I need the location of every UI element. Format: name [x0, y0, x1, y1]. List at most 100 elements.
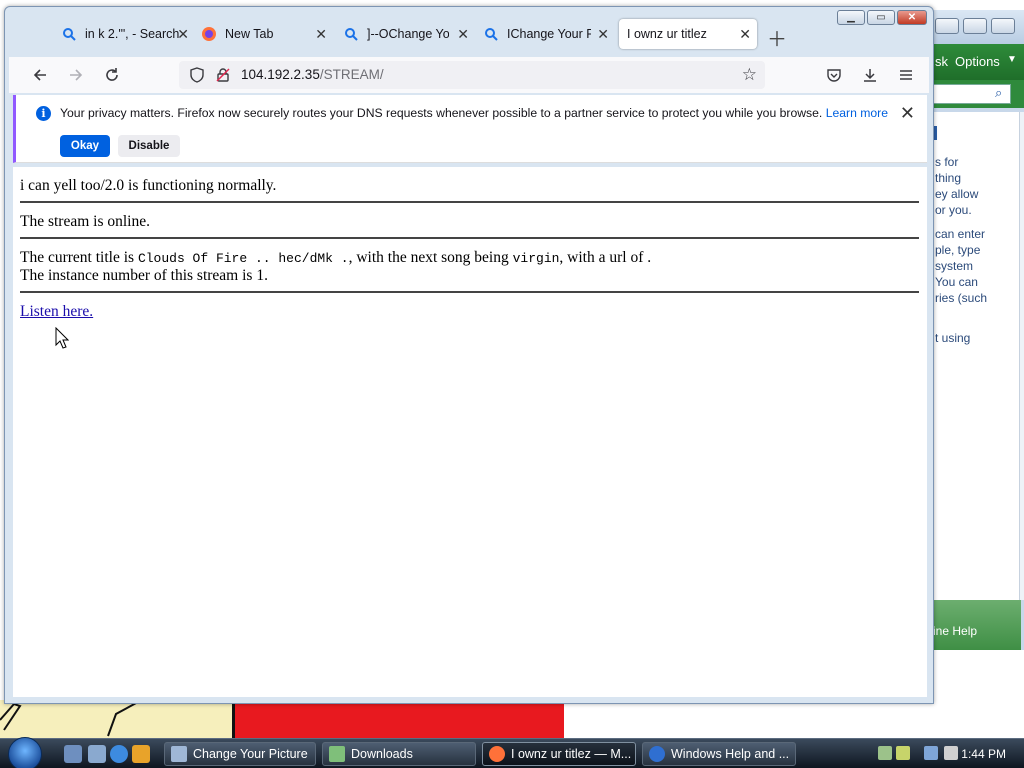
downloads-folder-icon: [329, 746, 345, 762]
tab-search-2[interactable]: ]--OChange Your Picture ✕: [343, 19, 473, 49]
system-tray: 1:44 PM: [872, 739, 1024, 768]
back-arrow-icon: [33, 69, 46, 81]
tab-new-tab[interactable]: New Tab ✕: [201, 19, 331, 49]
show-desktop-icon[interactable]: [64, 745, 82, 763]
insecure-lock-icon[interactable]: [215, 67, 231, 88]
current-title: Clouds Of Fire .. hec/dMk .: [137, 251, 349, 266]
help-text-line: ey allow: [935, 187, 979, 201]
reload-button[interactable]: [101, 64, 123, 86]
media-player-icon[interactable]: [132, 745, 150, 763]
tray-app-icon[interactable]: [878, 746, 892, 760]
help-text-line: t using: [935, 331, 971, 345]
shield-icon[interactable]: [189, 67, 205, 88]
url-host: 104.192.2.35: [241, 67, 320, 82]
taskbar-firefox[interactable]: I ownz ur titlez — M...: [482, 742, 636, 766]
network-icon[interactable]: [924, 746, 938, 760]
url-bar[interactable]: 104.192.2.35/STREAM/ ☆: [179, 61, 765, 89]
help-minimize-button[interactable]: [935, 18, 959, 34]
help-titlebar: [933, 10, 1024, 44]
notification-text: Your privacy matters. Firefox now secure…: [60, 106, 823, 120]
bookmark-star-icon[interactable]: ☆: [742, 65, 757, 85]
close-notification-icon[interactable]: ✕: [900, 103, 915, 124]
help-maximize-button[interactable]: [963, 18, 987, 34]
forward-arrow-icon: [70, 69, 83, 81]
divider: [20, 291, 919, 293]
volume-muted-icon[interactable]: [944, 746, 958, 760]
help-options-menu[interactable]: Options: [955, 54, 1000, 69]
learn-more-link[interactable]: Learn more: [826, 106, 888, 120]
disable-button[interactable]: Disable: [118, 135, 180, 157]
new-tab-button[interactable]: ＋: [767, 23, 787, 52]
taskbar-label: Change Your Picture: [193, 747, 308, 761]
taskbar-downloads[interactable]: Downloads: [322, 742, 476, 766]
listen-here-link[interactable]: Listen here.: [20, 303, 93, 320]
back-button[interactable]: [29, 64, 51, 86]
divider: [20, 237, 919, 239]
help-scrollbar[interactable]: [1019, 112, 1024, 600]
stream-online-line: The stream is online.: [20, 213, 150, 230]
help-search-bar: ⌕: [933, 80, 1024, 108]
page-content: i can yell too/2.0 is functioning normal…: [13, 167, 927, 697]
next-song: virgin: [512, 251, 560, 266]
tray-app-icon[interactable]: [896, 746, 910, 760]
help-online-menu[interactable]: ine Help: [933, 624, 977, 638]
taskbar-windows-help[interactable]: Windows Help and ...: [642, 742, 796, 766]
tab-label: in k 2.'", - Search: [85, 27, 179, 41]
tab-search-1[interactable]: in k 2.'", - Search ✕: [61, 19, 191, 49]
search-icon: [483, 26, 499, 42]
close-tab-icon[interactable]: ✕: [315, 26, 327, 43]
help-text-line: or you.: [935, 203, 972, 217]
wallpaper-red-area: [232, 700, 564, 738]
help-text-line: s for: [935, 155, 959, 169]
downloads-icon[interactable]: [859, 64, 881, 86]
close-tab-icon[interactable]: ✕: [739, 26, 751, 43]
close-tab-icon[interactable]: ✕: [457, 26, 469, 43]
help-footer: ine Help: [933, 600, 1021, 650]
pocket-icon[interactable]: [823, 64, 845, 86]
forward-button[interactable]: [65, 64, 87, 86]
taskbar: Change Your Picture Downloads I ownz ur …: [0, 737, 1024, 768]
clock[interactable]: 1:44 PM: [961, 747, 1006, 761]
wallpaper-drawing: [0, 701, 139, 737]
tab-active-stream[interactable]: I ownz ur titlez ✕: [619, 19, 757, 49]
start-button[interactable]: [8, 737, 42, 768]
search-icon: [61, 26, 77, 42]
help-icon: [649, 746, 665, 762]
help-text-line: system: [935, 259, 974, 273]
tab-search-3[interactable]: IChange Your Picture ✕: [483, 19, 613, 49]
search-icon[interactable]: ⌕: [995, 85, 1002, 101]
help-content: s for thing ey allow or you. can enter p…: [933, 112, 1019, 600]
listen-line: Listen here.: [20, 303, 93, 321]
okay-button[interactable]: Okay: [60, 135, 110, 157]
close-tab-icon[interactable]: ✕: [177, 26, 189, 43]
tab-label: I ownz ur titlez: [627, 27, 707, 41]
internet-explorer-icon[interactable]: [110, 745, 128, 763]
taskbar-label: Downloads: [351, 747, 413, 761]
url-path: /STREAM/: [319, 67, 384, 82]
help-text-line: You can: [935, 275, 978, 289]
title-prefix: The current title is: [20, 249, 135, 266]
firefox-window: ▁ ▭ ✕ in k 2.'", - Search ✕ New Tab ✕ ]-…: [4, 6, 934, 704]
help-text-line: ries (such: [935, 291, 988, 305]
firefox-icon: [489, 746, 505, 762]
switch-windows-icon[interactable]: [88, 745, 106, 763]
hamburger-menu-icon[interactable]: [895, 64, 917, 86]
navigation-toolbar: 104.192.2.35/STREAM/ ☆: [9, 57, 929, 93]
reload-icon: [106, 68, 118, 81]
search-icon: [343, 26, 359, 42]
server-status-line: i can yell too/2.0 is functioning normal…: [20, 177, 277, 194]
tab-label: ]--OChange Your Picture: [367, 27, 449, 41]
taskbar-label: I ownz ur titlez — M...: [511, 747, 632, 761]
dns-privacy-notification: i Your privacy matters. Firefox now secu…: [13, 95, 927, 163]
divider: [20, 201, 919, 203]
taskbar-change-picture[interactable]: Change Your Picture: [164, 742, 316, 766]
help-toolbar-ask[interactable]: sk: [935, 54, 948, 69]
instance-line: The instance number of this stream is 1.: [20, 267, 268, 284]
help-window: sk Options ▼ ⌕ s for thing ey allow or y…: [932, 10, 1024, 650]
url-text[interactable]: 104.192.2.35/STREAM/: [241, 67, 384, 82]
info-icon: i: [36, 106, 51, 121]
tab-label: IChange Your Picture: [507, 27, 591, 41]
help-text-line: can enter: [935, 227, 986, 241]
help-close-button[interactable]: [991, 18, 1015, 34]
close-tab-icon[interactable]: ✕: [597, 26, 609, 43]
